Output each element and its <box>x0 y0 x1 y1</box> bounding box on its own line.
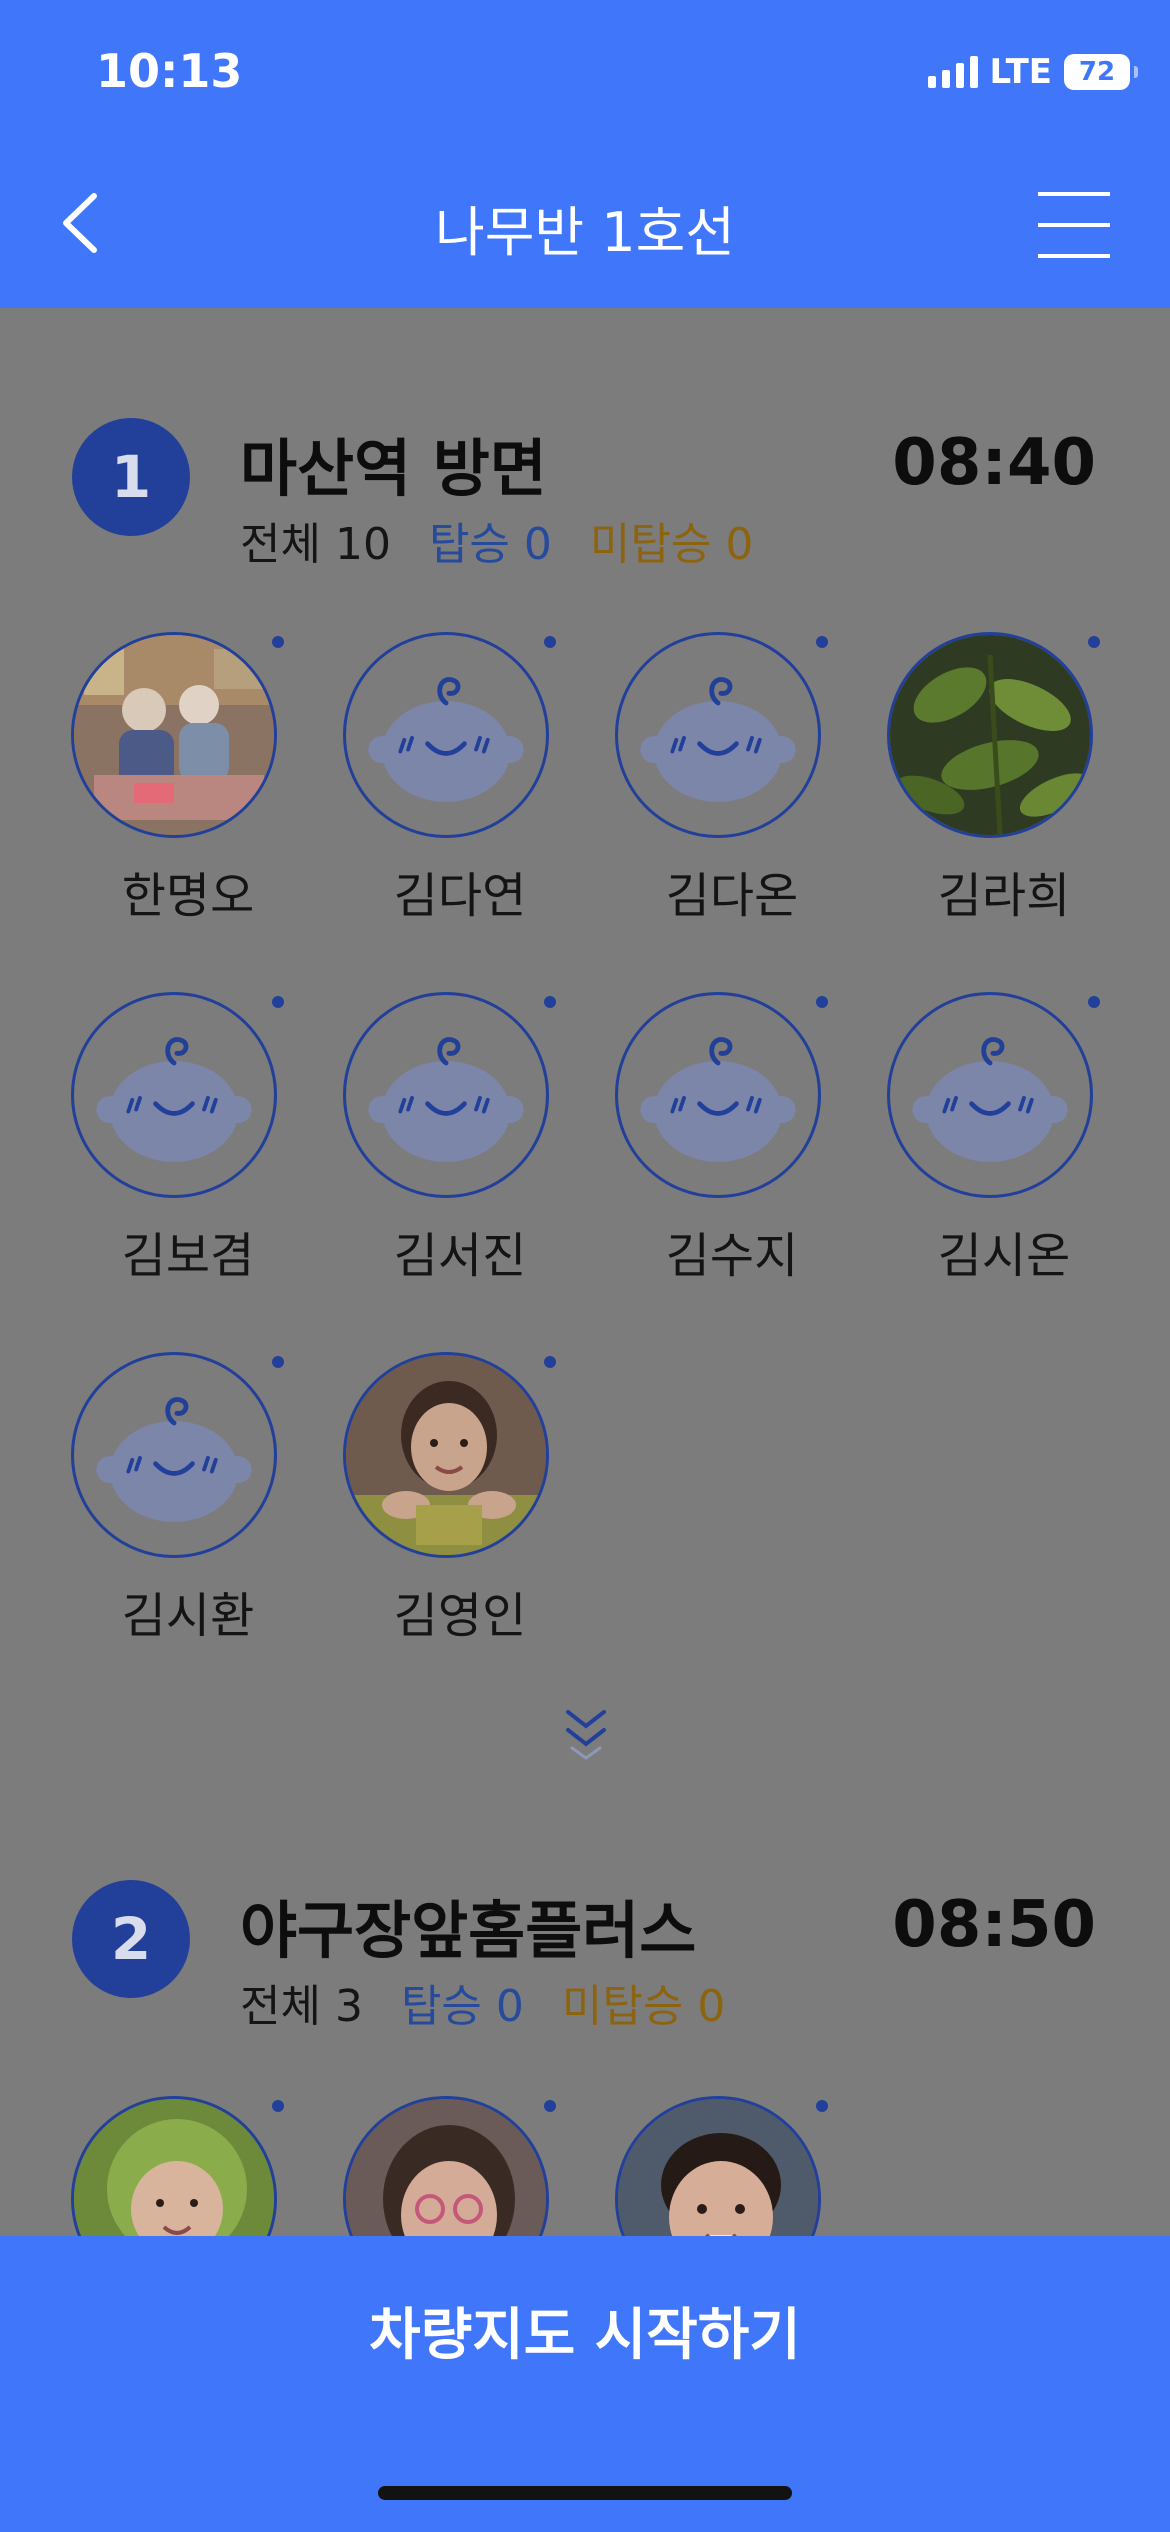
child-photo <box>343 1352 549 1558</box>
status-dot <box>816 996 828 1008</box>
not-boarded-count: 미탑승 0 <box>589 519 754 570</box>
total-count: 전체 3 <box>240 1981 363 2032</box>
stop-time: 08:40 <box>892 426 1096 500</box>
network-label: LTE <box>989 52 1052 92</box>
status-dot <box>272 1356 284 1368</box>
menu-icon-line <box>1038 254 1110 258</box>
status-dot <box>816 636 828 648</box>
child-name: 김라희 <box>937 868 1071 924</box>
baby-icon <box>615 632 821 838</box>
boarded-count: 탑승 0 <box>400 1981 524 2032</box>
status-dot <box>1088 636 1100 648</box>
status-dot <box>272 2100 284 2112</box>
expand-list-button[interactable] <box>560 1706 612 1774</box>
home-indicator <box>378 2486 792 2500</box>
double-chevron-down-icon <box>566 1710 606 1760</box>
battery-level: 72 <box>1078 57 1116 87</box>
stop-time: 08:50 <box>892 1888 1096 1962</box>
menu-icon-line <box>1038 223 1110 227</box>
status-dot <box>272 636 284 648</box>
status-dot <box>816 2100 828 2112</box>
page-title: 나무반 1호선 <box>435 201 735 264</box>
status-dot <box>544 2100 556 2112</box>
status-dot <box>544 996 556 1008</box>
signal-icon <box>927 56 978 88</box>
stop-number-badge: 1 <box>72 418 190 536</box>
status-time: 10:13 <box>96 44 243 98</box>
stop-name: 마산역 방면 <box>240 432 547 505</box>
menu-icon-line <box>1038 192 1110 196</box>
status-dot <box>1088 996 1100 1008</box>
baby-icon <box>71 992 277 1198</box>
baby-icon <box>71 1352 277 1558</box>
stop-counts: 전체 3 탑승 0 미탑승 0 <box>240 1970 725 2034</box>
status-dot <box>544 1356 556 1368</box>
baby-icon <box>343 992 549 1198</box>
status-indicators: LTE 72 <box>927 52 1138 92</box>
menu-button[interactable] <box>1038 192 1110 258</box>
stop-name: 야구장앞홈플러스 <box>240 1894 697 1967</box>
baby-icon <box>887 992 1093 1198</box>
stop-counts: 전체 10 탑승 0 미탑승 0 <box>240 508 753 572</box>
child-photo <box>71 632 277 838</box>
child-photo <box>887 632 1093 838</box>
not-boarded-count: 미탑승 0 <box>561 1981 726 2032</box>
child-name: 김시온 <box>937 1228 1071 1284</box>
status-dot <box>544 636 556 648</box>
boarded-count: 탑승 0 <box>428 519 552 570</box>
status-dot <box>272 996 284 1008</box>
battery-icon: 72 <box>1064 54 1138 90</box>
baby-icon <box>343 632 549 838</box>
top-bar: 10:13 LTE 72 나무반 1호선 <box>0 0 1170 308</box>
stop-number-badge: 2 <box>72 1880 190 1998</box>
child-name: 김영인 <box>393 1588 527 1644</box>
total-count: 전체 10 <box>240 519 391 570</box>
baby-icon <box>615 992 821 1198</box>
